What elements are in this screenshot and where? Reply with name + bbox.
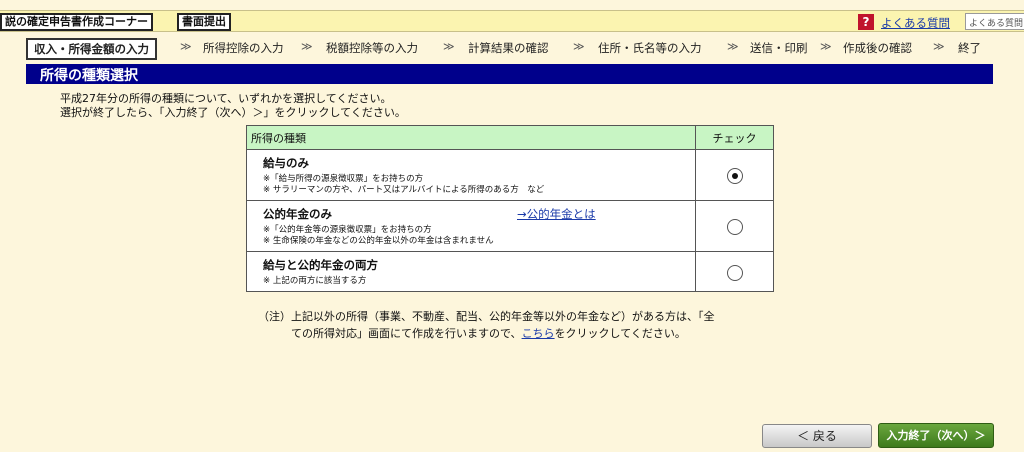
row-title: 給与と公的年金の両方 [263,258,378,272]
step-separator: ≫ [180,40,192,53]
row-note: ※ 上記の両方に該当する方 [263,276,367,286]
back-button[interactable]: ＜ 戻る [762,424,872,448]
table-row: 給与と公的年金の両方 ※ 上記の両方に該当する方 [246,251,774,292]
row-note: ※「公的年金等の源泉徴収票」をお持ちの方 [263,225,432,235]
faq-search-input[interactable]: よくある質問 [965,13,1024,30]
footnote-line: ての所得対応」画面にて作成を行いますので、こちらをクリックしてください。 [258,325,715,342]
header-income-type: 所得の種類 [246,125,696,150]
row-note: ※「給与所得の源泉徴収票」をお持ちの方 [263,174,424,184]
page-title-band: 所得の種類選択 [26,64,993,84]
step-income-input: 収入・所得金額の入力 [26,38,157,60]
row-title: 給与のみ [263,156,309,170]
all-income-link[interactable]: こちら [522,327,555,340]
step-address-input: 住所・氏名等の入力 [598,41,702,55]
row-note: ※ 生命保険の年金などの公的年金以外の年金は含まれません [263,236,494,246]
help-icon[interactable]: ? [858,14,874,30]
what-is-public-pension-link[interactable]: →公的年金とは [517,206,596,222]
footnote: （注）上記以外の所得（事業、不動産、配当、公的年金等以外の年金など）がある方は、… [258,308,715,342]
step-result-confirm: 計算結果の確認 [468,41,549,55]
step-separator: ≫ [573,40,585,53]
header-check: チェック [695,125,774,150]
step-separator: ≫ [933,40,945,53]
submit-paper-button[interactable]: 書面提出 [177,13,231,31]
step-separator: ≫ [301,40,313,53]
row-pension-only: 公的年金のみ →公的年金とは ※「公的年金等の源泉徴収票」をお持ちの方 ※ 生命… [246,200,696,252]
footnote-text: ての所得対応」画面にて作成を行いますので、 [291,327,522,340]
progress-steps: 収入・所得金額の入力 ≫ 所得控除の入力 ≫ 税額控除等の入力 ≫ 計算結果の確… [26,38,996,60]
row-salary-and-pension: 給与と公的年金の両方 ※ 上記の両方に該当する方 [246,251,696,292]
corner-title[interactable]: 説の確定申告書作成コーナー [0,13,153,31]
income-type-table: 所得の種類 チェック 給与のみ ※「給与所得の源泉徴収票」をお持ちの方 ※ サラ… [246,125,774,292]
radio-pension-only[interactable] [726,219,743,235]
top-bar: 説の確定申告書作成コーナー 書面提出 ? よくある質問 よくある質問 [0,10,1024,32]
instruction-line: 平成27年分の所得の種類について、いずれかを選択してください。 [60,92,392,105]
check-cell [695,200,774,252]
table-row: 給与のみ ※「給与所得の源泉徴収票」をお持ちの方 ※ サラリーマンの方や、パート… [246,149,774,201]
radio-salary-only[interactable] [726,168,743,184]
radio-salary-and-pension[interactable] [726,264,743,281]
step-post-confirm: 作成後の確認 [843,41,912,55]
table-row: 公的年金のみ →公的年金とは ※「公的年金等の源泉徴収票」をお持ちの方 ※ 生命… [246,200,774,252]
next-button[interactable]: 入力終了（次へ）＞ [878,423,994,448]
page-title: 所得の種類選択 [40,68,138,84]
step-tax-credit-input: 税額控除等の入力 [326,41,418,55]
check-cell [695,149,774,201]
step-separator: ≫ [727,40,739,53]
step-deduction-input: 所得控除の入力 [203,41,284,55]
step-send-print: 送信・印刷 [750,41,808,55]
step-separator: ≫ [443,40,455,53]
step-finish: 終了 [958,41,981,55]
row-note: ※ サラリーマンの方や、パート又はアルバイトによる所得のある方 など [263,185,545,195]
row-title: 公的年金のみ [263,207,332,221]
footnote-line: （注）上記以外の所得（事業、不動産、配当、公的年金等以外の年金など）がある方は、… [258,310,715,323]
step-separator: ≫ [820,40,832,53]
table-header-row: 所得の種類 チェック [246,125,774,150]
faq-link[interactable]: よくある質問 [881,15,950,31]
footnote-text: をクリックしてください。 [554,327,686,340]
check-cell [695,251,774,292]
instruction-line: 選択が終了したら、「入力終了（次へ）＞」をクリックしてください。 [60,106,406,119]
instructions: 平成27年分の所得の種類について、いずれかを選択してください。 選択が終了したら… [60,92,406,120]
row-salary-only: 給与のみ ※「給与所得の源泉徴収票」をお持ちの方 ※ サラリーマンの方や、パート… [246,149,696,201]
